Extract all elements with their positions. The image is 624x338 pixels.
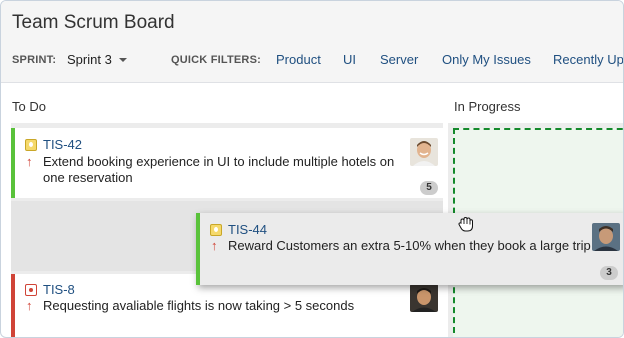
story-icon xyxy=(25,139,37,151)
priority-up-icon: ↑ xyxy=(211,238,218,253)
priority-up-icon: ↑ xyxy=(26,154,33,169)
bug-icon xyxy=(25,284,37,296)
board-title: Team Scrum Board xyxy=(12,12,175,33)
assignee-avatar[interactable] xyxy=(410,138,438,166)
issue-key[interactable]: TIS-44 xyxy=(228,222,267,237)
issue-summary: Extend booking experience in UI to inclu… xyxy=(43,154,413,186)
sprint-label: SPRINT: xyxy=(12,54,57,66)
issue-card-tis-44[interactable]: TIS-44 ↑ Reward Customers an extra 5-10%… xyxy=(196,213,623,285)
quick-filter-only-my-issues[interactable]: Only My Issues xyxy=(442,52,531,67)
filter-bar: SPRINT: Sprint 3 QUICK FILTERS: Product … xyxy=(1,51,623,71)
issue-summary: Requesting avaliable flights is now taki… xyxy=(43,298,355,313)
issue-summary: Reward Customers an extra 5-10% when the… xyxy=(228,238,591,253)
issue-card-tis-42[interactable]: TIS-42 ↑ Extend booking experience in UI… xyxy=(11,128,443,198)
issue-key[interactable]: TIS-42 xyxy=(43,137,82,152)
caret-down-icon xyxy=(118,58,127,62)
assignee-avatar[interactable] xyxy=(592,223,620,251)
issue-summary-line: Extend booking experience in UI to inclu… xyxy=(43,154,395,169)
quick-filter-ui[interactable]: UI xyxy=(343,52,356,67)
sprint-value: Sprint 3 xyxy=(67,52,112,67)
sprint-dropdown[interactable]: Sprint 3 xyxy=(67,52,127,67)
issue-summary-line: one reservation xyxy=(43,170,133,185)
quick-filter-product[interactable]: Product xyxy=(276,52,321,67)
quick-filters-label: QUICK FILTERS: xyxy=(171,54,261,66)
grab-hand-icon xyxy=(458,216,473,232)
scrum-board-window: Team Scrum Board SPRINT: Sprint 3 QUICK … xyxy=(0,0,624,338)
column-title-in-progress: In Progress xyxy=(454,99,521,114)
estimate-badge: 5 xyxy=(420,181,438,195)
estimate-badge: 3 xyxy=(600,266,618,280)
quick-filter-server[interactable]: Server xyxy=(380,52,418,67)
issue-key[interactable]: TIS-8 xyxy=(43,282,75,297)
quick-filter-recently-updated[interactable]: Recently Upd xyxy=(553,52,623,67)
priority-up-icon: ↑ xyxy=(26,298,33,313)
column-title-todo: To Do xyxy=(12,99,46,114)
board-header: Team Scrum Board SPRINT: Sprint 3 QUICK … xyxy=(1,1,623,83)
story-icon xyxy=(210,224,222,236)
assignee-avatar[interactable] xyxy=(410,284,438,312)
